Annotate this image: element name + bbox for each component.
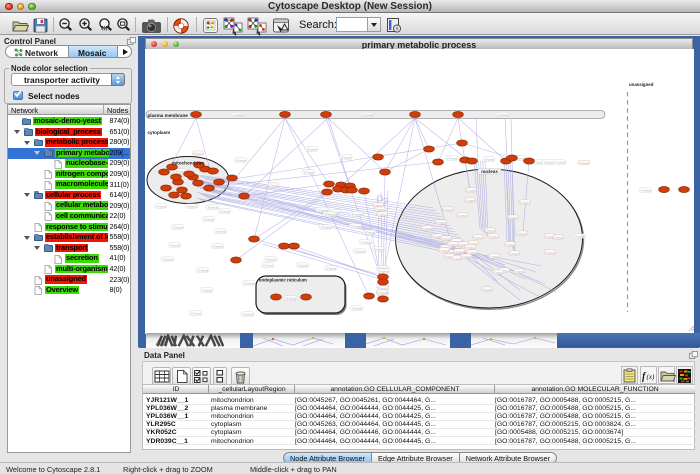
svg-text:(Yxxxx): (Yxxxx) — [488, 234, 498, 238]
svg-text:(Yxxxx): (Yxxxx) — [156, 204, 166, 208]
svg-text:(Yxxxx): (Yxxxx) — [377, 212, 387, 216]
svg-text:(Yxxxx): (Yxxxx) — [377, 290, 387, 294]
svg-text:(Yxxxx): (Yxxxx) — [325, 212, 335, 216]
svg-text:(Yxxxx): (Yxxxx) — [352, 212, 362, 216]
svg-text:(Yxxxx): (Yxxxx) — [493, 270, 503, 274]
svg-text:(Yxxxx): (Yxxxx) — [439, 248, 449, 252]
svg-text:(Yxxxx): (Yxxxx) — [236, 158, 246, 162]
svg-text:(Yxxxx): (Yxxxx) — [447, 156, 457, 160]
svg-text:(Yxxxx): (Yxxxx) — [545, 250, 555, 254]
svg-text:mitochondrion: mitochondrion — [172, 161, 204, 166]
svg-text:(Yxxxx): (Yxxxx) — [484, 157, 494, 161]
svg-text:(Yxxxx): (Yxxxx) — [448, 242, 458, 246]
svg-text:(Yxxxx): (Yxxxx) — [173, 225, 183, 229]
svg-text:(Yxxxx): (Yxxxx) — [363, 113, 373, 117]
svg-text:(Yxxxx): (Yxxxx) — [465, 198, 475, 202]
svg-text:(Yxxxx): (Yxxxx) — [441, 236, 451, 240]
svg-text:(Yxxxx): (Yxxxx) — [351, 224, 361, 228]
svg-text:(Yxxxx): (Yxxxx) — [375, 207, 385, 211]
svg-text:(Yxxxx): (Yxxxx) — [514, 269, 524, 273]
svg-text:(Yxxxx): (Yxxxx) — [304, 170, 314, 174]
svg-text:(Yxxxx): (Yxxxx) — [268, 183, 278, 187]
svg-text:(Yxxxx): (Yxxxx) — [170, 243, 180, 247]
svg-text:(Yxxxx): (Yxxxx) — [465, 245, 475, 249]
svg-text:(Yxxxx): (Yxxxx) — [443, 207, 453, 211]
svg-text:endoplasmic reticulum: endoplasmic reticulum — [259, 278, 307, 283]
svg-text:cytoplasm: cytoplasm — [148, 130, 171, 135]
svg-text:(Yxxxx): (Yxxxx) — [553, 235, 563, 239]
svg-text:(Yxxxx): (Yxxxx) — [202, 288, 212, 292]
svg-text:(Yxxxx): (Yxxxx) — [307, 147, 317, 151]
svg-text:(Yxxxx): (Yxxxx) — [266, 257, 276, 261]
svg-text:(Yxxxx): (Yxxxx) — [355, 249, 365, 253]
svg-text:(Yxxxx): (Yxxxx) — [204, 217, 214, 221]
svg-text:(Yxxxx): (Yxxxx) — [220, 209, 230, 213]
svg-text:(Yxxxx): (Yxxxx) — [461, 254, 471, 258]
svg-text:(Yxxxx): (Yxxxx) — [298, 263, 308, 267]
svg-text:(Yxxxx): (Yxxxx) — [191, 311, 201, 315]
svg-text:(Yxxxx): (Yxxxx) — [508, 215, 518, 219]
svg-text:(Yxxxx): (Yxxxx) — [509, 251, 519, 255]
svg-text:(Yxxxx): (Yxxxx) — [517, 231, 527, 235]
svg-text:(Yxxxx): (Yxxxx) — [365, 230, 375, 234]
svg-text:(x): (x) — [647, 373, 655, 381]
svg-text:(Yxxxx): (Yxxxx) — [498, 113, 508, 117]
svg-text:(Yxxxx): (Yxxxx) — [520, 200, 530, 204]
svg-text:(Yxxxx): (Yxxxx) — [243, 312, 253, 316]
svg-text:(Yxxxx): (Yxxxx) — [641, 188, 651, 192]
svg-text:(Yxxxx): (Yxxxx) — [575, 234, 585, 238]
svg-text:(Yxxxx): (Yxxxx) — [482, 287, 492, 291]
svg-text:(Yxxxx): (Yxxxx) — [436, 220, 446, 224]
svg-text:(Yxxxx): (Yxxxx) — [341, 155, 351, 159]
svg-text:(Yxxxx): (Yxxxx) — [422, 226, 432, 230]
svg-text:(Yxxxx): (Yxxxx) — [326, 266, 336, 270]
svg-text:(Yxxxx): (Yxxxx) — [361, 240, 371, 244]
svg-text:(Yxxxx): (Yxxxx) — [321, 225, 331, 229]
svg-text:(Yxxxx): (Yxxxx) — [473, 235, 483, 239]
svg-text:(Yxxxx): (Yxxxx) — [352, 306, 362, 310]
svg-text:(Yxxxx): (Yxxxx) — [454, 249, 464, 253]
svg-text:(Yxxxx): (Yxxxx) — [213, 244, 223, 248]
svg-text:(Yxxxx): (Yxxxx) — [187, 204, 197, 208]
svg-text:(Yxxxx): (Yxxxx) — [579, 161, 589, 165]
svg-text:unassigned: unassigned — [629, 82, 654, 87]
svg-text:(Yxxxx): (Yxxxx) — [163, 257, 173, 261]
svg-text:(Yxxxx): (Yxxxx) — [466, 188, 476, 192]
svg-text:(Yxxxx): (Yxxxx) — [544, 160, 554, 164]
svg-text:(Yxxxx): (Yxxxx) — [198, 268, 208, 272]
svg-text:(Yxxxx): (Yxxxx) — [467, 250, 477, 254]
svg-text:(Yxxxx): (Yxxxx) — [263, 263, 273, 267]
svg-text:(Yxxxx): (Yxxxx) — [374, 247, 384, 251]
svg-text:(Yxxxx): (Yxxxx) — [244, 281, 254, 285]
svg-text:(Yxxxx): (Yxxxx) — [505, 242, 515, 246]
svg-text:plasma membrane: plasma membrane — [148, 113, 189, 118]
svg-text:(Yxxxx): (Yxxxx) — [286, 296, 296, 300]
svg-text:(Yxxxx): (Yxxxx) — [193, 151, 203, 155]
svg-text:(Yxxxx): (Yxxxx) — [489, 254, 499, 258]
svg-text:(Yxxxx): (Yxxxx) — [485, 228, 495, 232]
svg-text:(Yxxxx): (Yxxxx) — [233, 113, 243, 117]
svg-text:(Yxxxx): (Yxxxx) — [555, 160, 565, 164]
svg-text:(Yxxxx): (Yxxxx) — [216, 229, 226, 233]
svg-text:(Yxxxx): (Yxxxx) — [457, 213, 467, 217]
svg-text:nucleus: nucleus — [481, 169, 498, 174]
svg-text:(Yxxxx): (Yxxxx) — [379, 269, 389, 273]
svg-text:(Yxxxx): (Yxxxx) — [208, 205, 218, 209]
